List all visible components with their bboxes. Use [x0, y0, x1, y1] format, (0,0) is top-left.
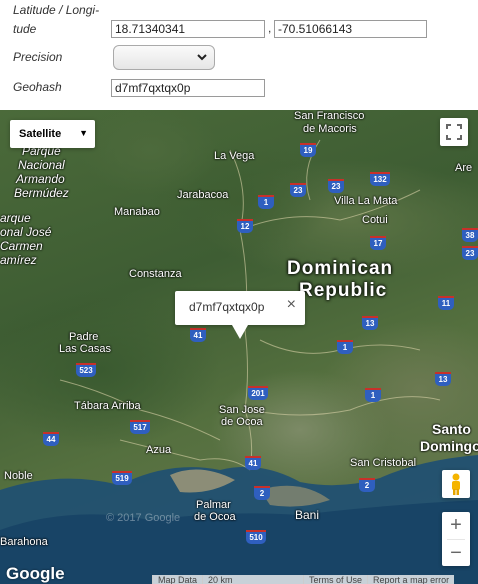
place-cotui: Cotui: [362, 214, 388, 226]
place-santo: Santo: [432, 421, 471, 437]
highway-shield: 38: [462, 228, 478, 242]
highway-shield: 23: [462, 246, 478, 260]
highway-shield: 17: [370, 236, 386, 250]
caret-down-icon: ▼: [79, 128, 88, 138]
place-azua: Azua: [146, 444, 172, 456]
place-de-ocoa: de Ocoa: [221, 416, 263, 428]
faint-copyright: © 2017 Google: [106, 512, 181, 524]
chevron-down-icon: [197, 47, 207, 72]
place-tabara-arriba: Tábara Arriba: [74, 400, 141, 412]
geohash-label: Geohash: [13, 80, 62, 94]
google-logo[interactable]: Google: [6, 564, 65, 584]
place-bermudez: Bermúdez: [14, 186, 69, 200]
highway-shield: 519: [112, 471, 132, 485]
highway-shield: 1: [258, 195, 274, 209]
map-type-label: Satellite: [19, 128, 62, 140]
latlon-separator: ,: [268, 21, 272, 35]
zoom-out-button[interactable]: −: [442, 540, 470, 567]
highway-shield: 13: [362, 316, 378, 330]
fullscreen-button[interactable]: [440, 118, 468, 146]
place-barahona: Barahona: [0, 536, 48, 548]
place-palmar-de-ocoa: de Ocoa: [194, 511, 236, 523]
place-bani: Bani: [295, 508, 320, 522]
place-jarabacoa: Jarabacoa: [177, 189, 229, 201]
highway-shield: 2: [254, 486, 270, 500]
street-view-pegman-button[interactable]: [442, 470, 470, 498]
geohash-form: Latitude / Longi- tude 18.71340341 , -70…: [0, 0, 478, 110]
map-type-button[interactable]: Satellite ▼: [10, 120, 95, 148]
place-villa-la-mata: Villa La Mata: [334, 195, 398, 207]
precision-select[interactable]: [113, 45, 215, 70]
info-window-text: d7mf7qxtqx0p: [189, 300, 265, 314]
highway-shield: 1: [337, 340, 353, 354]
place-are: Are: [455, 162, 473, 174]
report-error-link[interactable]: Report a map error: [367, 575, 455, 584]
highway-shield: 12: [237, 219, 253, 233]
highway-shield: 2: [359, 478, 375, 492]
terms-link[interactable]: Terms of Use: [303, 575, 368, 584]
highway-shield: 13: [435, 372, 451, 386]
pegman-icon: [452, 473, 460, 495]
highway-shield: 23: [290, 183, 306, 197]
map-data-link[interactable]: Map Data: [152, 575, 203, 584]
place-san-francisco: San Francisco: [294, 110, 365, 122]
zoom-in-button[interactable]: +: [442, 512, 470, 539]
place-padre: Padre: [69, 331, 99, 343]
place-ramirez: amírez: [0, 253, 37, 267]
highway-shield: 44: [43, 432, 59, 446]
highway-shield: 41: [245, 456, 261, 470]
place-san-jose: San Jose: [219, 404, 265, 416]
place-nal-jose: onal José: [0, 225, 52, 239]
highway-shield: 11: [438, 296, 454, 310]
highway-shield: 1: [365, 388, 381, 402]
scale-bar[interactable]: 20 km: [202, 575, 304, 584]
latlon-label-line2: tude: [13, 22, 37, 36]
precision-label: Precision: [13, 50, 63, 64]
place-manabao: Manabao: [114, 206, 160, 218]
fullscreen-icon: [446, 124, 462, 140]
place-noble: Noble: [4, 470, 33, 482]
highway-shield: 201: [248, 386, 268, 400]
highway-shield: 41: [190, 328, 206, 342]
latlon-label-line1: Latitude / Longi-: [13, 3, 100, 17]
place-nacional: Nacional: [18, 158, 65, 172]
geohash-input[interactable]: d7mf7qxtqx0p: [111, 79, 265, 97]
place-constanza: Constanza: [129, 268, 182, 280]
highway-shield: 132: [370, 172, 390, 186]
place-domingo: Domingo: [420, 438, 478, 454]
zoom-control: + −: [442, 512, 470, 566]
info-window: d7mf7qxtqx0p ×: [175, 291, 305, 339]
latitude-input[interactable]: 18.71340341: [111, 20, 265, 38]
place-armando: Armando: [16, 172, 65, 186]
map-footer: Map Data 20 km Terms of Use Report a map…: [152, 575, 455, 584]
place-la-vega: La Vega: [214, 150, 255, 162]
info-window-tail: [232, 325, 248, 339]
map-canvas[interactable]: San Francisco de Macoris Are Parque Naci…: [0, 110, 478, 584]
close-icon[interactable]: ×: [287, 296, 296, 314]
latlon-label: Latitude / Longi- tude: [13, 1, 99, 39]
place-carmen: Carmen: [0, 239, 43, 253]
highway-shield: 19: [300, 143, 316, 157]
place-palmar: Palmar: [196, 499, 231, 511]
country-line1: Dominican: [287, 258, 394, 279]
place-de-macoris: de Macoris: [303, 123, 357, 135]
highway-shield: 510: [246, 530, 266, 544]
place-las-casas: Las Casas: [59, 343, 111, 355]
highway-shield: 523: [76, 363, 96, 377]
longitude-input[interactable]: -70.51066143: [274, 20, 427, 38]
place-san-cristobal: San Cristobal: [350, 457, 417, 469]
highway-shield: 517: [130, 420, 150, 434]
highway-shield: 23: [328, 179, 344, 193]
place-arque: arque: [0, 211, 31, 225]
